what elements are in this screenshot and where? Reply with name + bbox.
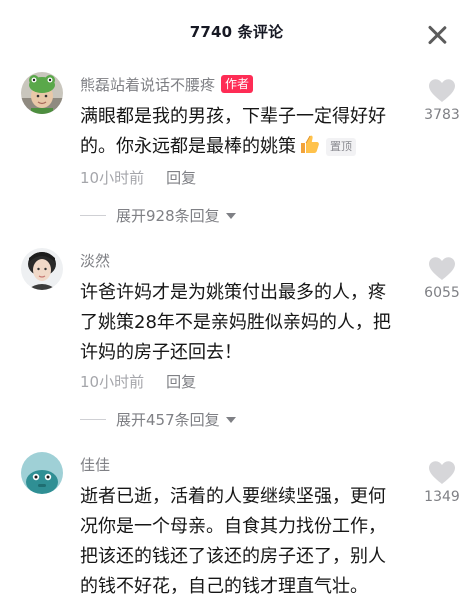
heart-icon[interactable] [428, 78, 456, 104]
like-control: 3783 [412, 78, 472, 123]
comment-time: 10小时前 [80, 372, 145, 391]
comment-text: 许爸许妈才是为姚策付出最多的人，疼了姚策28年不是亲妈胜似亲妈的人，把许妈的房子… [80, 282, 391, 363]
expand-replies-button[interactable]: 展开457条回复 [80, 408, 236, 430]
like-control: 1349 [412, 460, 472, 505]
reply-button[interactable]: 回复 [166, 167, 196, 188]
expand-replies-label: 展开457条回复 [116, 410, 220, 429]
like-count: 3783 [424, 107, 460, 123]
divider-line [80, 418, 106, 420]
username-row: 熊磊站着说话不腰疼 作者 [80, 72, 254, 96]
username-row: 淡然 [80, 248, 110, 272]
divider-line [80, 214, 106, 216]
comment-meta: 10小时前 回复 [80, 370, 196, 392]
avatar[interactable] [21, 452, 63, 494]
username[interactable]: 淡然 [80, 250, 110, 271]
avatar[interactable] [21, 248, 63, 290]
comment-time: 10小时前 [80, 168, 145, 187]
pinned-badge: 置顶 [326, 138, 356, 156]
author-badge: 作者 [221, 75, 254, 93]
comment-count-title: 7740 条评论 [189, 23, 284, 41]
comment-item: 熊磊站着说话不腰疼 作者 满眼都是我的男孩，下辈子一定得好好的。你永远都是最棒的… [0, 72, 473, 242]
heart-icon[interactable] [428, 256, 456, 282]
username[interactable]: 熊磊站着说话不腰疼 [80, 74, 215, 95]
like-count: 1349 [424, 489, 460, 505]
reply-button[interactable]: 回复 [166, 371, 196, 392]
comment-meta: 10小时前 回复 [80, 166, 196, 188]
avatar[interactable] [21, 72, 63, 114]
expand-replies-button[interactable]: 展开928条回复 [80, 204, 236, 226]
chevron-down-icon [225, 213, 236, 219]
comment-item: 佳佳 逝者已逝，活着的人要继续坚强，更何况你是一个母亲。自食其力找份工作，把该还… [0, 452, 473, 615]
comment-text: 逝者已逝，活着的人要继续坚强，更何况你是一个母亲。自食其力找份工作，把该还的钱还… [80, 486, 386, 597]
username-row: 佳佳 [80, 452, 110, 476]
close-icon[interactable] [424, 22, 450, 48]
username[interactable]: 佳佳 [80, 454, 110, 475]
thumbs-up-icon [301, 135, 319, 153]
heart-icon[interactable] [428, 460, 456, 486]
comment-item: 淡然 许爸许妈才是为姚策付出最多的人，疼了姚策28年不是亲妈胜似亲妈的人，把许妈… [0, 248, 473, 438]
comments-sheet: 7740 条评论 熊磊站着说话不腰疼 作者 满眼都是我的男孩，下辈子一定得好好的… [0, 0, 473, 615]
comments-header: 7740 条评论 [0, 0, 473, 64]
expand-replies-label: 展开928条回复 [116, 206, 220, 225]
like-count: 6055 [424, 285, 460, 301]
chevron-down-icon [225, 417, 236, 423]
like-control: 6055 [412, 256, 472, 301]
comment-text: 满眼都是我的男孩，下辈子一定得好好的。你永远都是最棒的姚策 置顶 [80, 102, 400, 162]
